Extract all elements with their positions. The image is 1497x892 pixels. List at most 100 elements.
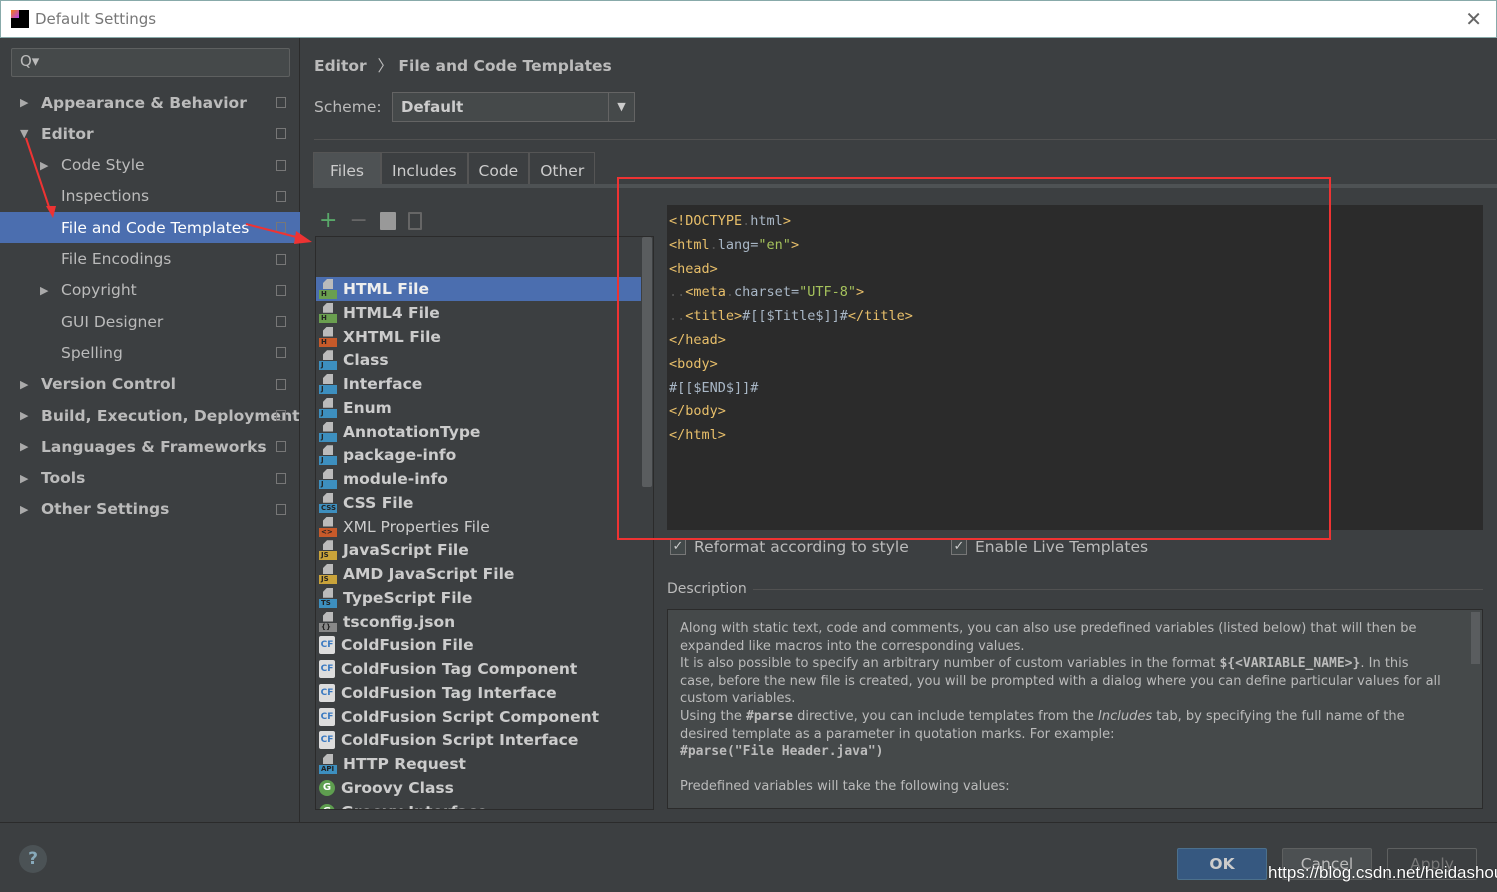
template-list-item[interactable]: H HTML File <box>316 277 641 301</box>
description-text: Predefined variables will take the follo… <box>680 779 1010 795</box>
template-label: module-info <box>343 470 448 488</box>
code-token: </head> <box>669 331 726 348</box>
coldfusion-file-icon: CF <box>319 707 335 726</box>
file-template-icon: H <box>319 279 337 299</box>
template-list-item[interactable]: J AnnotationType <box>316 420 641 444</box>
tab-files[interactable]: Files <box>313 152 382 184</box>
project-settings-icon <box>276 410 286 421</box>
template-list-item[interactable]: J Class <box>316 348 641 372</box>
reformat-checkbox[interactable]: ✓ Reformat according to style <box>670 538 909 556</box>
template-list-item[interactable]: CF ColdFusion Tag Interface <box>316 681 641 705</box>
code-line: #[[$END$]]# <box>667 377 1483 401</box>
close-icon[interactable]: ✕ <box>1465 7 1482 31</box>
template-label: HTTP Request <box>343 755 466 773</box>
description-label: Description <box>667 581 747 597</box>
list-scrollbar[interactable] <box>642 237 652 487</box>
file-template-icon: H <box>319 302 337 323</box>
code-line: <body> <box>667 353 1483 377</box>
ok-button[interactable]: OK <box>1177 848 1267 880</box>
description-text: It is also possible to specify an arbitr… <box>680 656 1220 672</box>
scheme-value: Default <box>401 98 464 116</box>
live-templates-checkbox[interactable]: ✓ Enable Live Templates <box>951 538 1148 556</box>
sidebar-item-label: Copyright <box>61 281 137 300</box>
breadcrumb: Editor 〉 File and Code Templates <box>314 54 612 76</box>
collapsed-arrow-icon[interactable]: ▶ <box>20 440 28 453</box>
template-list-item[interactable]: CSS CSS File <box>316 491 641 515</box>
description-text: #parse <box>746 708 793 724</box>
template-label: Interface <box>343 375 423 393</box>
template-label: AMD JavaScript File <box>343 565 515 583</box>
template-list-item[interactable]: TS TypeScript File <box>316 586 641 610</box>
collapsed-arrow-icon[interactable]: ▶ <box>40 284 48 297</box>
template-list-item[interactable]: {} tsconfig.json <box>316 610 641 634</box>
scheme-select[interactable]: Default ▼ <box>392 92 635 122</box>
sidebar-item-gui-designer[interactable]: GUI Designer <box>0 306 300 337</box>
code-line: <html.lang="en"> <box>667 234 1483 258</box>
code-token: . <box>709 236 718 253</box>
sidebar-item-label: Other Settings <box>41 500 170 519</box>
template-list-item[interactable]: <> XML Properties File <box>316 515 641 539</box>
template-list-item[interactable]: API HTTP Request <box>316 752 641 776</box>
template-list-item[interactable]: JS AMD JavaScript File <box>316 562 641 586</box>
project-settings-icon <box>276 316 286 328</box>
live-templates-label: Enable Live Templates <box>975 538 1149 556</box>
description-paragraph <box>680 796 1442 808</box>
collapsed-arrow-icon[interactable]: ▶ <box>20 503 28 516</box>
sidebar-item-label: Languages & Frameworks <box>41 437 267 456</box>
description-paragraph: Along with static text, code and comment… <box>680 620 1442 655</box>
add-icon[interactable]: + <box>319 208 337 233</box>
template-list-item[interactable]: G Groovy Interface <box>316 800 641 809</box>
help-button[interactable]: ? <box>19 845 47 873</box>
file-template-icon: <> <box>319 516 337 537</box>
sidebar-item-tools[interactable]: ▶ Tools <box>0 463 300 494</box>
code-token: > <box>790 236 800 253</box>
template-list-item[interactable]: J Enum <box>316 396 641 420</box>
collapsed-arrow-icon[interactable]: ▶ <box>20 472 28 485</box>
reset-icon[interactable] <box>407 211 422 230</box>
copy-icon[interactable] <box>379 211 396 230</box>
template-label: ColdFusion Script Component <box>341 707 600 726</box>
tab-code[interactable]: Code <box>467 152 530 184</box>
sidebar-item-copyright[interactable]: ▶ Copyright <box>0 275 300 306</box>
code-token: charset= <box>734 284 800 301</box>
sidebar-item-other-settings[interactable]: ▶ Other Settings <box>0 494 300 525</box>
template-label: JavaScript File <box>343 541 469 560</box>
description-scrollbar[interactable] <box>1471 612 1480 664</box>
description-text: #parse("File Header.java") <box>680 744 884 760</box>
description-paragraph <box>680 761 1442 779</box>
breadcrumb-current: File and Code Templates <box>398 57 612 75</box>
sidebar-item-spelling[interactable]: Spelling <box>0 337 300 368</box>
reformat-label: Reformat according to style <box>694 538 909 556</box>
template-list-item[interactable]: Jpackage-info <box>316 443 641 467</box>
template-list-item[interactable]: CF ColdFusion Script Interface <box>316 728 641 752</box>
template-list-item[interactable]: J Interface <box>316 372 641 396</box>
template-list-item[interactable]: G Groovy Class <box>316 776 641 800</box>
project-settings-icon <box>276 378 286 390</box>
template-list-item[interactable]: CF ColdFusion Tag Component <box>316 657 641 681</box>
template-list-item[interactable]: Jmodule-info <box>316 467 641 491</box>
tab-includes[interactable]: Includes <box>381 152 468 184</box>
breadcrumb-parent[interactable]: Editor <box>314 57 367 75</box>
sidebar-item-version-control[interactable]: ▶ Version Control <box>0 369 300 400</box>
sidebar-item-label: Spelling <box>61 343 123 362</box>
template-list-item[interactable]: CF ColdFusion Script Component <box>316 705 641 729</box>
remove-icon[interactable]: − <box>349 208 367 233</box>
template-code-editor[interactable]: <!DOCTYPE.html> <html.lang="en"> <head> ..<… <box>667 205 1483 530</box>
sidebar-item-label: Version Control <box>41 375 176 394</box>
collapsed-arrow-icon[interactable]: ▶ <box>20 378 28 391</box>
template-list-item[interactable]: JS JavaScript File <box>316 538 641 562</box>
template-label: XHTML File <box>343 327 441 346</box>
project-settings-icon <box>276 347 286 359</box>
groovy-file-icon: G <box>319 779 335 796</box>
collapsed-arrow-icon[interactable]: ▶ <box>20 409 28 422</box>
code-token: <html <box>669 236 710 253</box>
code-token: </title> <box>847 308 913 325</box>
sidebar-item-build-execution-deployment[interactable]: ▶ Build, Execution, Deployment <box>0 400 300 431</box>
template-list-item[interactable]: H XHTML File <box>316 325 641 349</box>
file-template-icon: J <box>319 421 337 442</box>
description-paragraph: #parse("File Header.java") <box>680 743 1442 761</box>
tab-other[interactable]: Other <box>529 152 596 184</box>
sidebar-item-languages-frameworks[interactable]: ▶ Languages & Frameworks <box>0 431 300 462</box>
template-list-item[interactable]: H HTML4 File <box>316 301 641 325</box>
template-list-item[interactable]: CF ColdFusion File <box>316 633 641 657</box>
